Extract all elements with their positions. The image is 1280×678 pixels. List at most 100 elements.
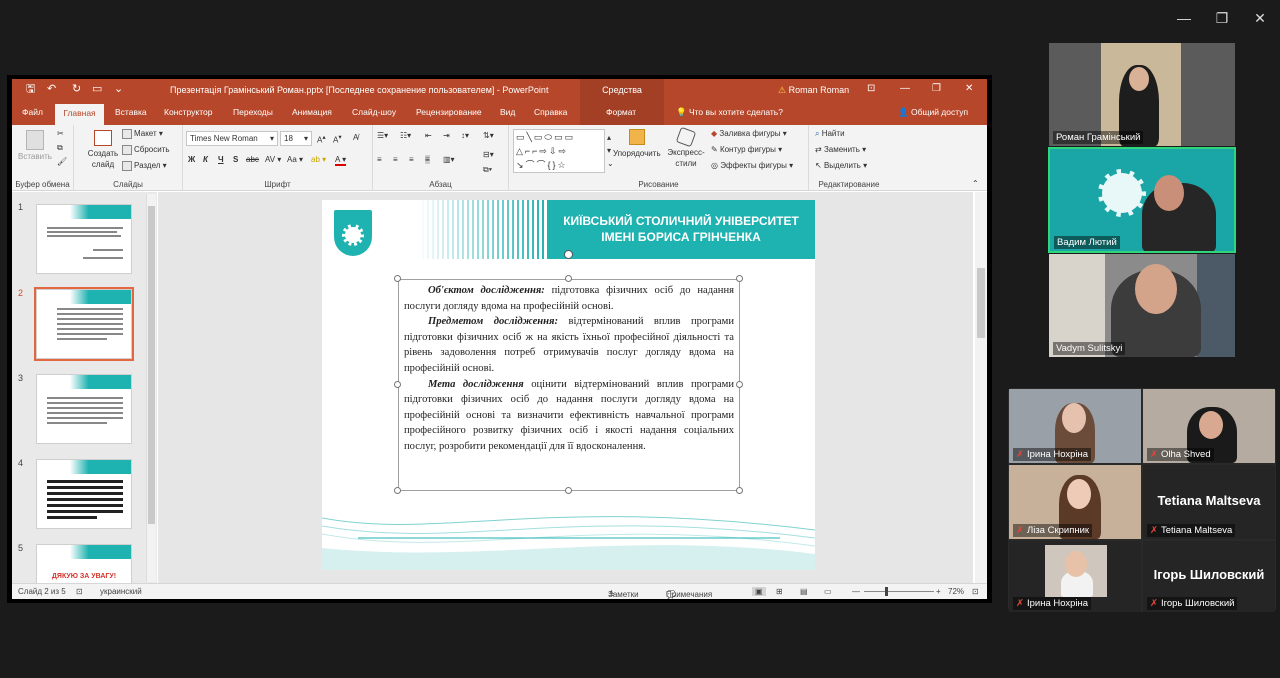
spacing-icon[interactable]: AV ▾ xyxy=(265,155,281,164)
reset-button[interactable]: Сбросить xyxy=(122,145,170,155)
video-tile-active-speaker[interactable]: Вадим Лютий xyxy=(1048,147,1236,253)
normal-view-icon[interactable]: ▣ xyxy=(752,587,766,596)
video-tile[interactable]: ✗ Ірина Нохріна xyxy=(1009,389,1141,463)
maximize-button[interactable]: ❐ xyxy=(1210,8,1234,28)
close-icon[interactable]: ✕ xyxy=(965,83,973,94)
video-tile-off[interactable]: Tetiana Maltseva ✗ Tetiana Maltseva xyxy=(1143,465,1275,539)
minimize-icon[interactable]: — xyxy=(900,83,910,94)
section-button[interactable]: Раздел ▾ xyxy=(122,161,167,171)
slide-thumbnail[interactable] xyxy=(36,204,132,274)
font-color-icon[interactable]: A ▾ xyxy=(335,155,347,166)
font-name-select[interactable]: Times New Roman ▾ xyxy=(186,131,278,146)
resize-handle[interactable] xyxy=(736,275,743,282)
grow-font-icon[interactable]: A▴ xyxy=(317,133,326,145)
zoom-in-icon[interactable]: + xyxy=(936,587,941,596)
tab-format[interactable]: Формат xyxy=(606,107,636,117)
canvas-scrollbar[interactable] xyxy=(975,192,987,583)
case-icon[interactable]: Aa ▾ xyxy=(287,155,303,164)
shape-fill-button[interactable]: ◆ Заливка фигуры ▾ xyxy=(711,129,787,138)
sorter-view-icon[interactable]: ⊞ xyxy=(776,587,783,596)
align-text-icon[interactable]: ⊟▾ xyxy=(483,150,494,159)
shrink-font-icon[interactable]: A▾ xyxy=(333,133,342,145)
user-name[interactable]: ⚠ Roman Roman xyxy=(778,85,849,96)
shadow-icon[interactable]: S xyxy=(233,155,238,164)
new-slide-button[interactable]: Создать слайд xyxy=(86,130,120,170)
slideshow-view-icon[interactable]: ▭ xyxy=(824,587,832,596)
customize-icon[interactable]: ⌄ xyxy=(114,83,123,95)
video-tile-off[interactable]: Ігорь Шиловский ✗ Ігорь Шиловский xyxy=(1143,541,1275,612)
resize-handle[interactable] xyxy=(736,487,743,494)
ribbon-display-icon[interactable]: ⊡ xyxy=(867,83,875,94)
clear-format-icon[interactable]: A̸ xyxy=(353,133,358,142)
video-tile[interactable]: Роман Грамінський xyxy=(1049,43,1235,146)
tab-design[interactable]: Конструктор xyxy=(164,107,212,117)
reading-view-icon[interactable]: ▤ xyxy=(800,587,808,596)
layout-button[interactable]: Макет ▾ xyxy=(122,129,163,139)
resize-handle[interactable] xyxy=(394,381,401,388)
resize-handle[interactable] xyxy=(565,275,572,282)
paste-button[interactable]: Вставить xyxy=(18,130,52,161)
spellcheck-icon[interactable]: ⊡ xyxy=(76,587,83,596)
tab-transitions[interactable]: Переходы xyxy=(233,107,273,117)
replace-button[interactable]: ⇄ Заменить ▾ xyxy=(815,145,866,154)
align-left-icon[interactable]: ≡ xyxy=(377,155,382,164)
select-button[interactable]: ↖ Выделить ▾ xyxy=(815,161,867,170)
arrange-button[interactable]: Упорядочить xyxy=(613,129,661,158)
resize-handle[interactable] xyxy=(394,487,401,494)
slide-thumbnail[interactable] xyxy=(36,374,132,444)
tab-insert[interactable]: Вставка xyxy=(115,107,147,117)
smartart-icon[interactable]: ⧉▾ xyxy=(483,165,492,175)
video-tile[interactable]: ✗ Ірина Нохріна xyxy=(1009,541,1141,612)
language-label[interactable]: украинский xyxy=(100,587,142,596)
minimize-button[interactable]: — xyxy=(1172,8,1196,28)
slide-thumbnail-active[interactable] xyxy=(34,287,134,361)
find-button[interactable]: ⌕ Найти xyxy=(815,129,845,139)
tab-view[interactable]: Вид xyxy=(500,107,515,117)
shape-outline-button[interactable]: ✎ Контур фигуры ▾ xyxy=(711,145,782,154)
resize-handle[interactable] xyxy=(736,381,743,388)
resize-handle[interactable] xyxy=(565,487,572,494)
video-tile[interactable]: Vadym Sulitskyi xyxy=(1049,254,1235,357)
justify-icon[interactable]: ≡ xyxy=(425,155,430,164)
bullets-icon[interactable]: ☰▾ xyxy=(377,131,388,140)
tell-me[interactable]: 💡 Что вы хотите сделать? xyxy=(676,107,783,118)
current-slide[interactable]: КИЇВСЬКИЙ СТОЛИЧНИЙ УНІВЕРСИТЕТ ІМЕНІ БО… xyxy=(322,200,815,570)
highlight-icon[interactable]: ab ▾ xyxy=(311,155,326,164)
align-right-icon[interactable]: ≡ xyxy=(409,155,414,164)
increase-indent-icon[interactable]: ⇥ xyxy=(443,131,450,140)
restore-icon[interactable]: ❐ xyxy=(932,83,941,94)
redo-icon[interactable]: ↻ xyxy=(72,83,81,95)
zoom-level[interactable]: 72% xyxy=(948,587,964,596)
close-button[interactable]: ✕ xyxy=(1248,8,1272,28)
save-icon[interactable]: 🖫 xyxy=(26,83,35,95)
italic-icon[interactable]: К xyxy=(203,155,208,164)
scrollbar-thumb[interactable] xyxy=(148,206,155,524)
tab-review[interactable]: Рецензирование xyxy=(416,107,482,117)
zoom-slider-thumb[interactable] xyxy=(885,587,888,596)
font-size-select[interactable]: 18 ▾ xyxy=(280,131,312,146)
share-button[interactable]: 👤 Общий доступ xyxy=(898,107,968,118)
undo-icon[interactable]: ↶ xyxy=(47,83,56,95)
slide-text-box[interactable]: Об'єктом дослідження: підготовка фізични… xyxy=(398,279,740,491)
scrollbar-thumb[interactable] xyxy=(977,268,985,338)
copy-icon[interactable]: ⧉ xyxy=(57,143,63,153)
collapse-ribbon-icon[interactable]: ⌃ xyxy=(972,179,979,188)
columns-icon[interactable]: ▥▾ xyxy=(443,155,455,164)
resize-handle[interactable] xyxy=(394,275,401,282)
format-painter-icon[interactable]: 🖌 xyxy=(57,157,67,166)
video-tile[interactable]: ✗ Ліза Скрипник xyxy=(1009,465,1141,539)
bold-icon[interactable]: Ж xyxy=(188,155,195,164)
fit-slide-icon[interactable]: ⊡ xyxy=(972,587,979,596)
decrease-indent-icon[interactable]: ⇤ xyxy=(425,131,432,140)
shapes-gallery[interactable]: ▭╲▭⬭▭▭ △⌐⌐⇨⇩⇨ ↘⌒⌒{}☆ xyxy=(513,129,605,173)
strike-icon[interactable]: abc xyxy=(246,155,259,164)
tab-animation[interactable]: Анимация xyxy=(292,107,332,117)
thumbnails-scrollbar[interactable] xyxy=(146,194,156,582)
tab-file[interactable]: Файл xyxy=(22,107,43,117)
tab-home[interactable]: Главная xyxy=(55,104,104,125)
tab-help[interactable]: Справка xyxy=(534,107,567,117)
present-icon[interactable]: ▭ xyxy=(92,83,102,95)
shape-effects-button[interactable]: ◎ Эффекты фигуры ▾ xyxy=(711,161,793,170)
numbering-icon[interactable]: ☷▾ xyxy=(400,131,411,140)
tab-slideshow[interactable]: Слайд-шоу xyxy=(352,107,396,117)
